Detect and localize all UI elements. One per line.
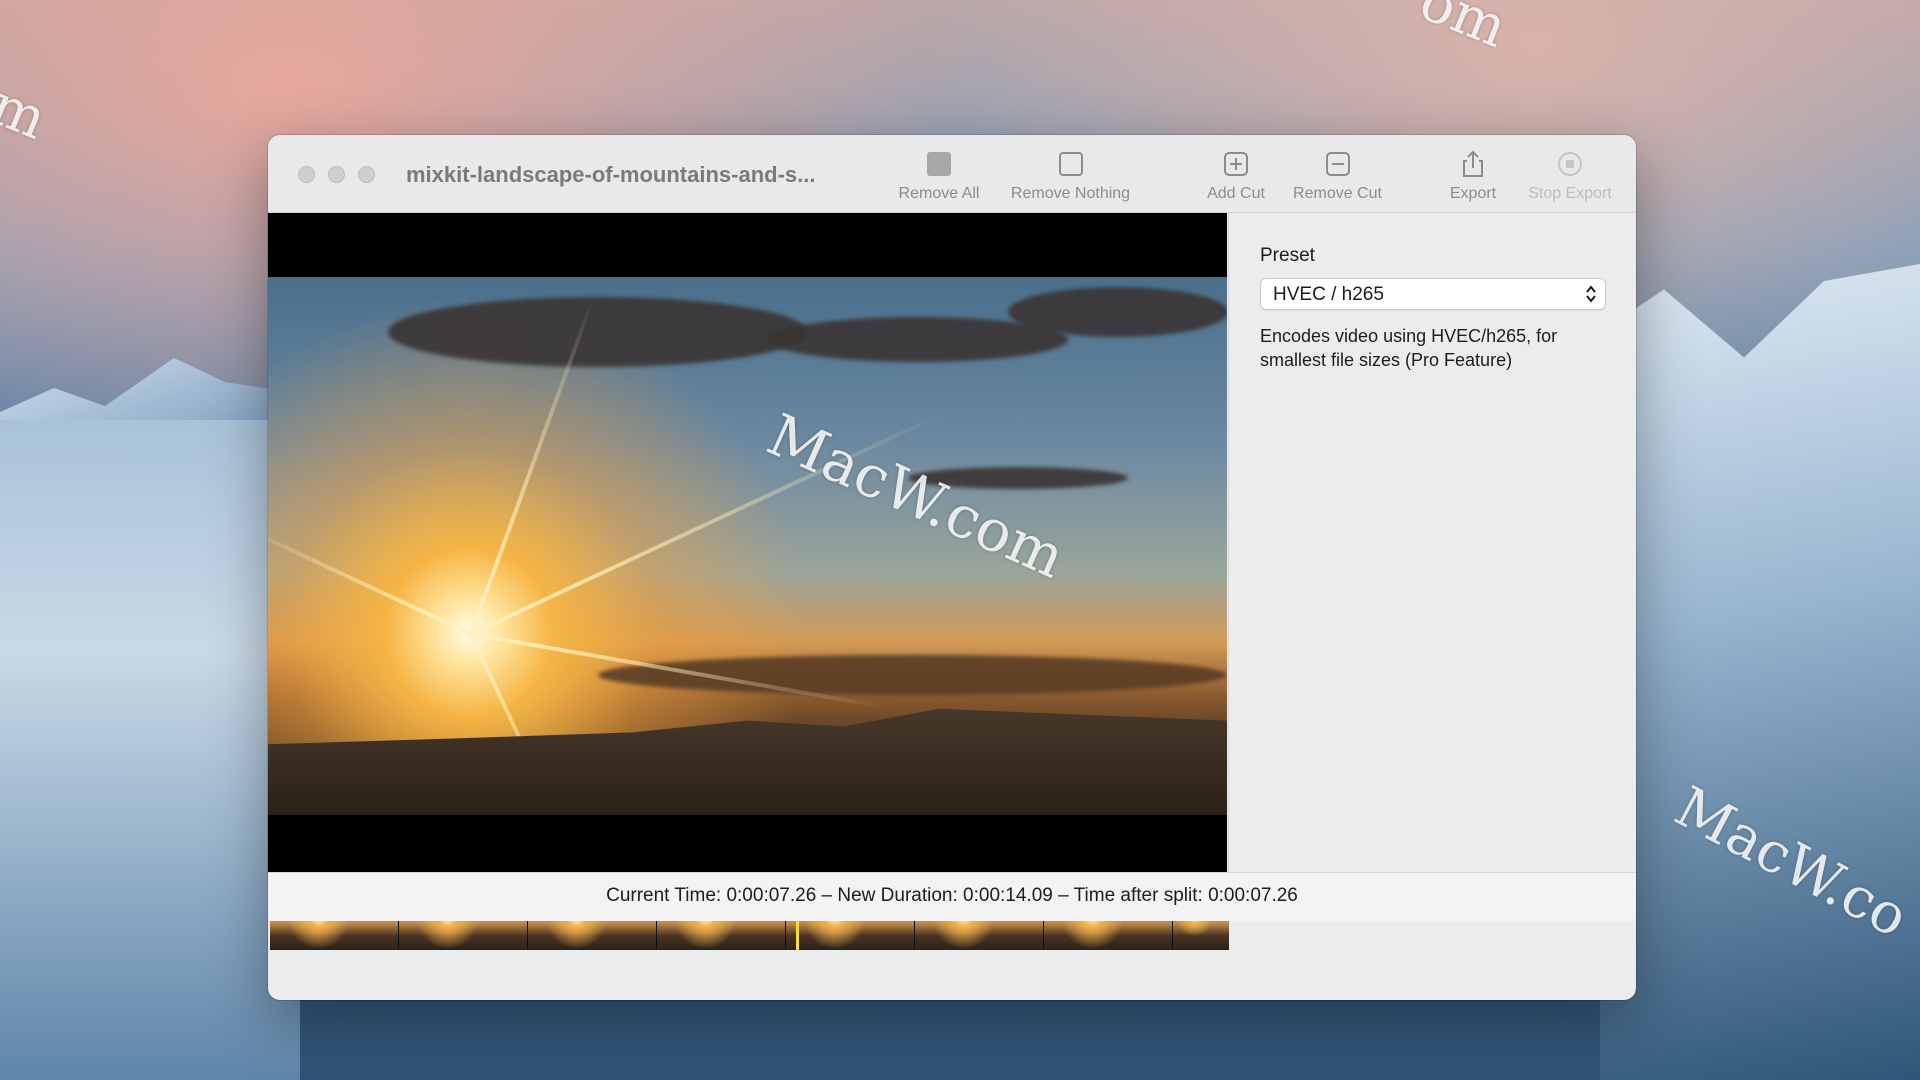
wallpaper-mountain-right — [1600, 264, 1920, 1080]
add-cut-label: Add Cut — [1207, 185, 1265, 202]
stop-export-label: Stop Export — [1528, 185, 1612, 202]
export-label: Export — [1449, 185, 1497, 202]
remove-nothing-button[interactable]: Remove Nothing — [1003, 149, 1138, 203]
stop-export-button[interactable]: Stop Export — [1520, 149, 1620, 203]
title-bar[interactable]: mixkit-landscape-of-mountains-and-s... R… — [268, 135, 1636, 213]
cloud-1 — [388, 297, 808, 367]
preset-label: Preset — [1260, 245, 1315, 266]
stop-circle-icon — [1558, 152, 1582, 176]
watermark-top-left: m — [0, 72, 56, 153]
video-player[interactable]: MacW.com — [268, 213, 1229, 950]
video-frame: MacW.com — [268, 277, 1227, 815]
video-hills — [268, 708, 1227, 815]
window-title: mixkit-landscape-of-mountains-and-s... — [406, 162, 816, 187]
plus-square-icon — [1224, 152, 1248, 176]
remove-nothing-label: Remove Nothing — [1010, 185, 1131, 202]
time-status: Current Time: 0:00:07.26 – New Duration:… — [606, 885, 1298, 906]
preset-select[interactable]: HVEC / h265 — [1260, 278, 1606, 310]
share-icon — [1463, 150, 1483, 177]
sun-ray — [268, 522, 472, 636]
remove-all-button[interactable]: Remove All — [894, 149, 984, 203]
remove-cut-button[interactable]: Remove Cut — [1285, 149, 1390, 203]
filled-square-icon — [927, 152, 951, 176]
up-down-chevron-icon — [1586, 285, 1596, 303]
app-window: mixkit-landscape-of-mountains-and-s... R… — [268, 135, 1636, 1000]
minimize-window-button[interactable] — [328, 166, 345, 183]
wallpaper-snowfield-left — [0, 420, 300, 1080]
remove-all-label: Remove All — [898, 185, 980, 202]
export-settings-panel: Preset HVEC / h265 Encodes video using H… — [1228, 213, 1636, 872]
zoom-window-button[interactable] — [358, 166, 375, 183]
remove-cut-label: Remove Cut — [1293, 185, 1382, 202]
export-button[interactable]: Export — [1443, 149, 1503, 203]
preset-description: Encodes video using HVEC/h265, for small… — [1260, 326, 1558, 370]
watermark-top-right: om — [1410, 0, 1516, 61]
cloud-3 — [1008, 287, 1227, 337]
video-watermark: MacW.com — [757, 400, 1075, 592]
empty-square-icon — [1058, 152, 1083, 176]
minus-square-icon — [1325, 152, 1350, 176]
add-cut-button[interactable]: Add Cut — [1200, 149, 1272, 203]
close-window-button[interactable] — [298, 166, 315, 183]
preset-select-value: HVEC / h265 — [1273, 284, 1384, 305]
status-bar: Current Time: 0:00:07.26 – New Duration:… — [268, 872, 1636, 921]
